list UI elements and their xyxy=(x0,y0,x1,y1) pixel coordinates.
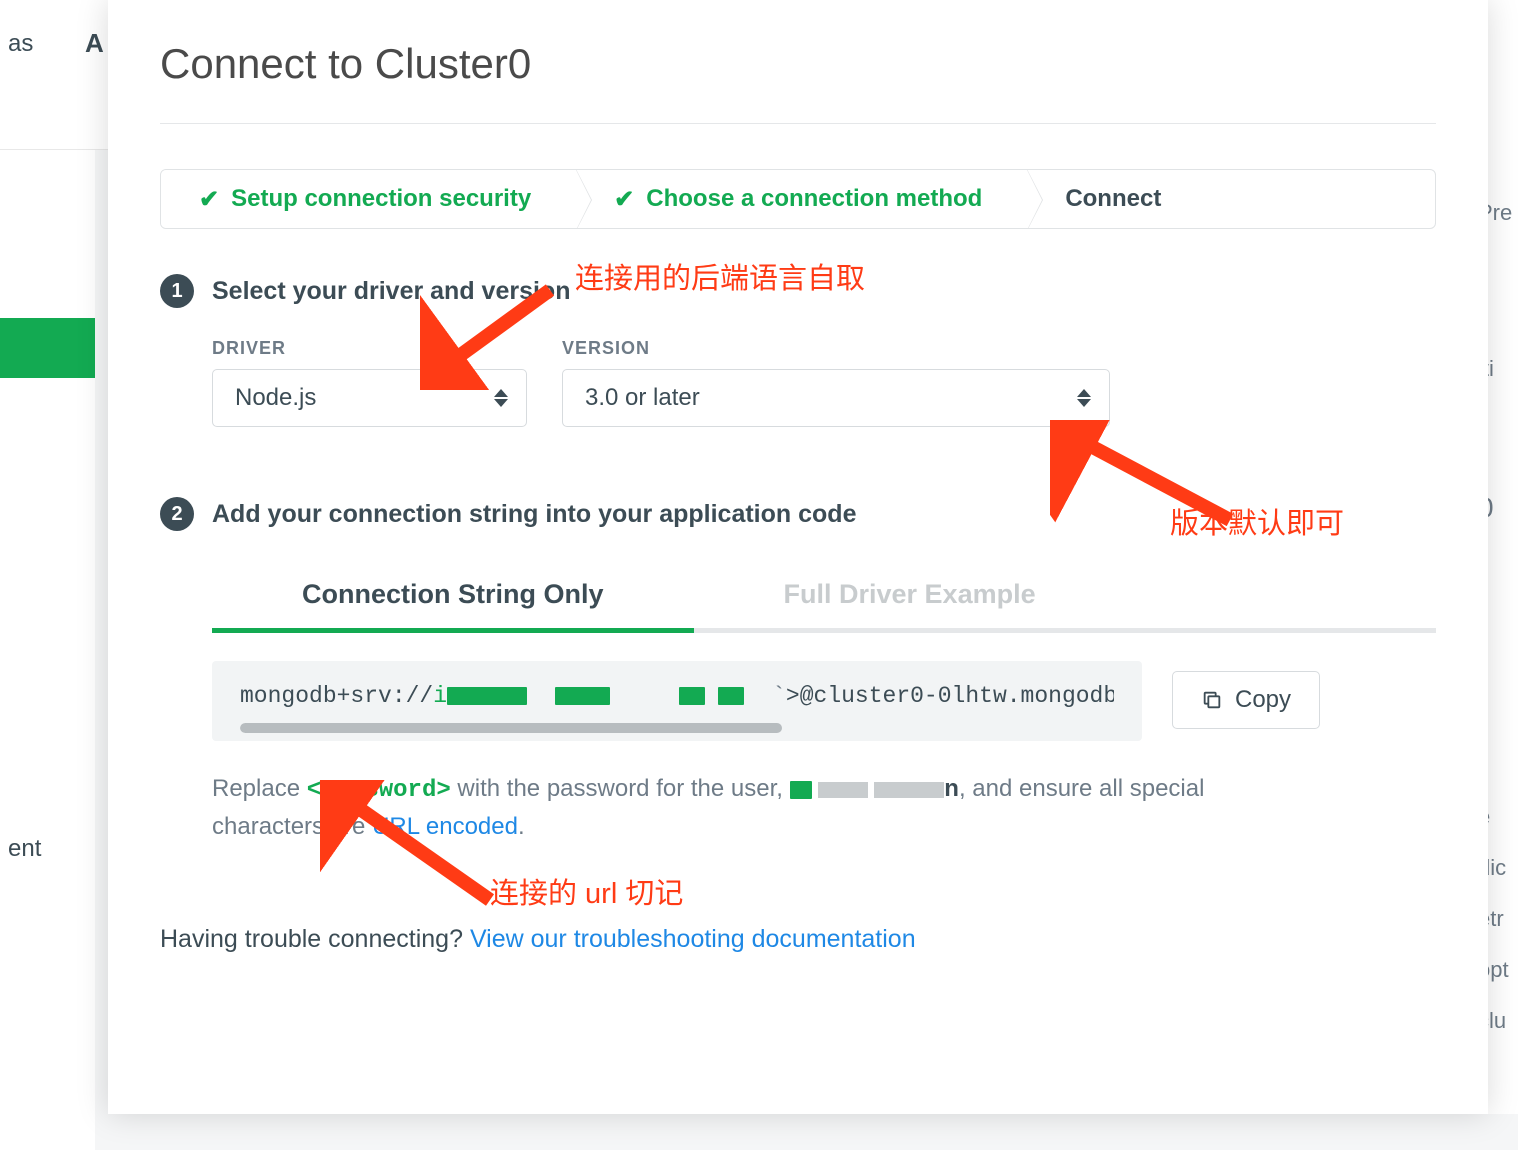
step-label: Connect xyxy=(1065,185,1161,213)
bg-text: ent xyxy=(8,835,41,863)
version-field: VERSION 3.0 or later xyxy=(562,338,1110,427)
connection-string-box[interactable]: mongodb+srv://i `>@cluster0-0lhtw.mongod… xyxy=(212,661,1142,741)
url-encoded-link[interactable]: URL encoded xyxy=(372,813,518,840)
troubleshoot-link[interactable]: View our troubleshooting documentation xyxy=(470,925,916,953)
code-row: mongodb+srv://i `>@cluster0-0lhtw.mongod… xyxy=(212,661,1436,741)
step-connect[interactable]: Connect xyxy=(1027,170,1206,228)
connect-modal: Connect to Cluster0 ✔ Setup connection s… xyxy=(108,0,1488,1114)
bg-text: A xyxy=(85,28,104,59)
step-label: Choose a connection method xyxy=(646,185,982,213)
version-value: 3.0 or later xyxy=(585,384,700,412)
tabs-border xyxy=(1126,561,1436,633)
modal-title: Connect to Cluster0 xyxy=(160,40,1436,88)
bg-greenbar xyxy=(0,318,95,378)
bg-text: as xyxy=(8,30,33,58)
driver-field: DRIVER Node.js xyxy=(212,338,527,427)
section-1-header: 1 Select your driver and version xyxy=(160,274,1436,308)
scrollbar-track[interactable] xyxy=(240,723,1114,733)
connection-string: mongodb+srv://i `>@cluster0-0lhtw.mongod… xyxy=(240,683,1114,709)
step-method[interactable]: ✔ Choose a connection method xyxy=(576,170,1027,228)
bg-leftcol xyxy=(0,150,95,1150)
sort-icon xyxy=(1077,389,1091,407)
code-tabs: Connection String Only Full Driver Examp… xyxy=(160,561,1436,633)
copy-label: Copy xyxy=(1235,686,1291,714)
section-2-header: 2 Add your connection string into your a… xyxy=(160,497,1436,531)
section-2-title: Add your connection string into your app… xyxy=(212,500,856,529)
scrollbar-thumb[interactable] xyxy=(240,723,782,733)
driver-version-row: DRIVER Node.js VERSION 3.0 or later xyxy=(160,338,1436,427)
steps-breadcrumb: ✔ Setup connection security ✔ Choose a c… xyxy=(160,169,1436,229)
copy-icon xyxy=(1201,689,1223,711)
divider xyxy=(160,123,1436,124)
section-1-title: Select your driver and version xyxy=(212,277,570,306)
driver-value: Node.js xyxy=(235,384,316,412)
tab-full-example[interactable]: Full Driver Example xyxy=(694,561,1126,633)
step-security[interactable]: ✔ Setup connection security xyxy=(161,170,576,228)
step-label: Setup connection security xyxy=(231,185,531,213)
troubleshoot-row: Having trouble connecting? View our trou… xyxy=(160,925,1436,954)
version-select[interactable]: 3.0 or later xyxy=(562,369,1110,427)
step-number-badge: 1 xyxy=(160,274,194,308)
check-icon: ✔ xyxy=(614,185,634,214)
check-icon: ✔ xyxy=(199,185,219,214)
tab-connection-string[interactable]: Connection String Only xyxy=(212,561,694,633)
sort-icon xyxy=(494,389,508,407)
driver-select[interactable]: Node.js xyxy=(212,369,527,427)
password-note: Replace <password> with the password for… xyxy=(212,771,1272,845)
version-label: VERSION xyxy=(562,338,1110,359)
step-number-badge: 2 xyxy=(160,497,194,531)
driver-label: DRIVER xyxy=(212,338,527,359)
copy-button[interactable]: Copy xyxy=(1172,671,1320,729)
